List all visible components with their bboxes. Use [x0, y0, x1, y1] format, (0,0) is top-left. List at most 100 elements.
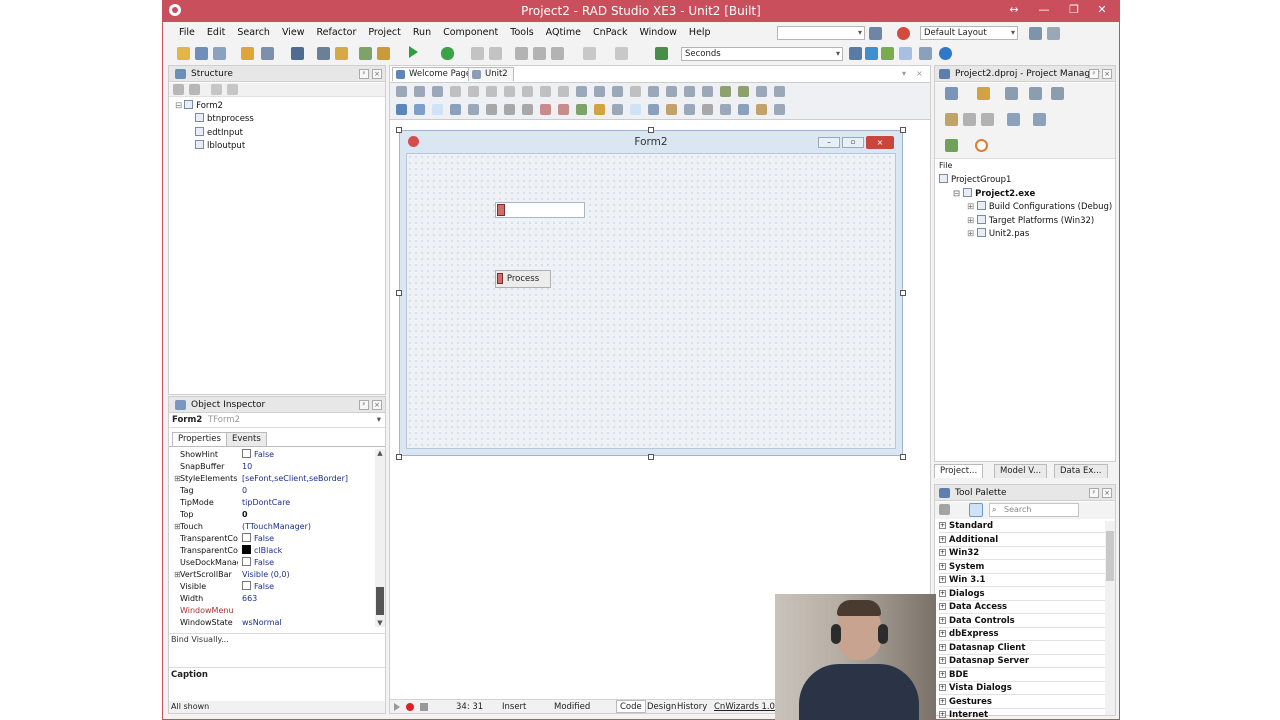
menu-file[interactable]: File — [173, 23, 201, 43]
expand-icon[interactable]: + — [939, 711, 946, 718]
component-tool-icon[interactable] — [756, 104, 767, 115]
component-tool-icon[interactable] — [720, 104, 731, 115]
align-tool-icon[interactable] — [612, 86, 623, 97]
form-window[interactable]: Form2 – ▫ × Process — [399, 130, 903, 456]
tabs-dropdown-icon[interactable]: ▾ — [902, 69, 906, 78]
cn-icon-5[interactable] — [919, 47, 932, 60]
run-icon[interactable] — [409, 46, 418, 58]
edt-input[interactable] — [495, 202, 585, 218]
resize-grip-bl[interactable] — [396, 454, 402, 460]
expand-icon[interactable]: + — [939, 630, 946, 637]
structure-node[interactable]: btnprocess — [195, 113, 254, 124]
property-value[interactable]: 0 — [242, 509, 248, 521]
palette-scroll-thumb[interactable] — [1106, 531, 1114, 581]
expand-icon[interactable]: ⊞ — [967, 216, 977, 226]
component-tool-icon[interactable] — [414, 104, 425, 115]
debug-layout-icon[interactable] — [897, 27, 910, 40]
save-icon[interactable] — [291, 47, 304, 60]
palette-category[interactable]: + Win 3.1 — [939, 574, 1109, 587]
config-icon[interactable] — [975, 139, 988, 152]
new-items-icon[interactable] — [195, 47, 208, 60]
property-row[interactable]: Top 0 — [175, 509, 385, 521]
align-tool-icon[interactable] — [486, 86, 497, 97]
stop-macro-icon[interactable] — [420, 703, 428, 711]
component-tool-icon[interactable] — [630, 104, 641, 115]
palette-category[interactable]: + Additional — [939, 534, 1109, 547]
collapse-icon[interactable]: ⊟ — [175, 101, 182, 111]
expand-icon[interactable]: + — [939, 576, 946, 583]
view-icon[interactable] — [1029, 87, 1042, 100]
palette-category[interactable]: + Data Access — [939, 601, 1109, 614]
back-icon[interactable] — [583, 47, 596, 60]
new-icon[interactable] — [177, 47, 190, 60]
palette-category[interactable]: + dbExpress — [939, 628, 1109, 641]
layout-combo[interactable]: Default Layout — [920, 26, 1018, 40]
palette-scrollbar[interactable] — [1105, 521, 1115, 715]
structure-node[interactable]: edtInput — [195, 126, 243, 138]
layout-settings-icon[interactable] — [1047, 27, 1060, 40]
pin-icon[interactable]: ᵖ — [1089, 488, 1099, 498]
property-row[interactable]: ShowHint False — [175, 449, 385, 461]
menu-edit[interactable]: Edit — [201, 23, 231, 43]
palette-category[interactable]: + Internet — [939, 709, 1109, 720]
new-project-icon[interactable] — [977, 87, 990, 100]
structure-root[interactable]: ⊟ Form2 — [175, 100, 223, 111]
palette-category[interactable]: + Datasnap Client — [939, 642, 1109, 655]
property-value[interactable]: False — [242, 533, 274, 545]
move-down-icon[interactable] — [227, 84, 238, 95]
close-file-icon[interactable] — [335, 47, 348, 60]
resize-grip-tl[interactable] — [396, 127, 402, 133]
resize-grip-tr[interactable] — [900, 127, 906, 133]
tab-history[interactable]: History — [674, 700, 710, 714]
menu-aqtime[interactable]: AQtime — [540, 23, 587, 43]
close-icon[interactable]: × — [372, 69, 382, 79]
align-tool-icon[interactable] — [414, 86, 425, 97]
property-value[interactable]: 0 — [242, 485, 247, 497]
property-value[interactable]: wsNormal — [242, 617, 282, 629]
property-row[interactable]: ⊞ StyleElements [seFont,seClient,seBorder] — [174, 473, 385, 485]
menu-refactor[interactable]: Refactor — [311, 23, 363, 43]
project-tree-item[interactable]: ⊞ Unit2.pas — [967, 228, 1029, 239]
property-value[interactable]: False — [242, 449, 274, 461]
desktop-save-icon[interactable] — [869, 27, 882, 40]
expand-icon[interactable]: + — [939, 697, 946, 705]
open-icon[interactable] — [213, 47, 226, 60]
refresh-icon[interactable] — [1033, 113, 1046, 126]
component-tool-icon[interactable] — [504, 104, 515, 115]
property-row[interactable]: TransparentCol False — [175, 533, 385, 545]
scroll-thumb[interactable] — [376, 587, 384, 615]
palette-category[interactable]: + System — [939, 561, 1109, 574]
palette-category[interactable]: + Data Controls — [939, 615, 1109, 628]
property-row[interactable]: UseDockManag False — [175, 557, 385, 569]
palette-category[interactable]: + Dialogs — [939, 588, 1109, 601]
component-tool-icon[interactable] — [576, 104, 587, 115]
expand-icon[interactable]: + — [939, 549, 946, 556]
align-tool-icon[interactable] — [594, 86, 605, 97]
resize-grip-bottom[interactable] — [648, 454, 654, 460]
chevron-down-icon[interactable]: ▾ — [377, 414, 381, 427]
checkbox-icon[interactable] — [242, 449, 251, 458]
seconds-combo[interactable]: Seconds — [681, 47, 843, 61]
pointer-icon[interactable] — [969, 503, 983, 517]
component-tool-icon[interactable] — [432, 104, 443, 115]
checkbox-icon[interactable] — [242, 581, 251, 590]
project-tree-item[interactable]: ⊟ Project2.exe — [953, 187, 1035, 199]
move-up-icon[interactable] — [211, 84, 222, 95]
minimize-button[interactable]: — — [1031, 2, 1057, 18]
align-tool-icon[interactable] — [396, 86, 407, 97]
project-tree-item[interactable]: ⊞ Build Configurations (Debug) — [967, 201, 1112, 212]
cnwizards-link[interactable]: CnWizards 1.0.0 — [714, 700, 783, 714]
project-bottom-tab[interactable]: Model V... — [994, 464, 1048, 478]
compile-icon[interactable] — [963, 113, 976, 126]
cn-icon-2[interactable] — [865, 47, 878, 60]
pin-icon[interactable]: ᵖ — [359, 69, 369, 79]
property-value[interactable]: [seFont,seClient,seBorder] — [242, 473, 348, 485]
collapse-icon[interactable] — [173, 84, 184, 95]
component-tool-icon[interactable] — [774, 104, 785, 115]
property-scrollbar[interactable]: ▲ ▼ — [375, 449, 385, 627]
menu-search[interactable]: Search — [231, 23, 276, 43]
run-without-debug-icon[interactable] — [441, 47, 454, 60]
close-icon[interactable]: × — [1102, 488, 1112, 498]
property-row[interactable]: Tag 0 — [175, 485, 385, 497]
palette-search-input[interactable]: ⌕ Search — [989, 503, 1079, 517]
